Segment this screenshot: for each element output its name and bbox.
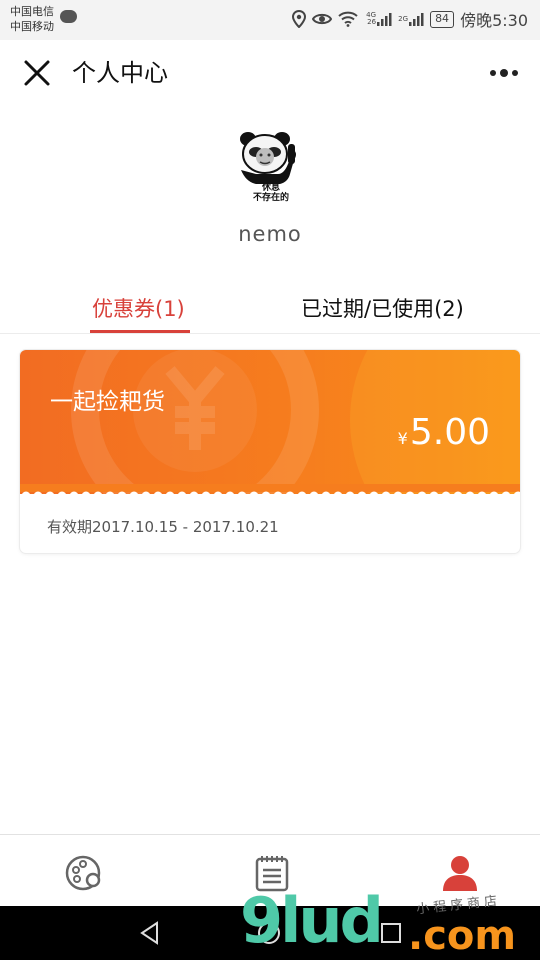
more-options-button[interactable] (486, 58, 522, 88)
more-dots-icon-right (512, 70, 518, 76)
system-back-button[interactable] (137, 920, 163, 946)
tab-expired-used[interactable]: 已过期/已使用(2) (301, 294, 464, 324)
scallop-dot (321, 491, 331, 498)
scallop-dot (285, 491, 295, 498)
scallop-dot (201, 491, 211, 498)
signal-4g-icon: 4G 26 (364, 11, 392, 27)
coupon-validity: 有效期2017.10.15 - 2017.10.21 (47, 518, 279, 536)
system-navigation-bar (0, 906, 540, 960)
signal-2g-icon: 2G (398, 11, 424, 27)
scallop-dot (189, 491, 199, 498)
currency-symbol: ¥ (397, 429, 408, 448)
system-home-button[interactable] (256, 920, 282, 946)
clock: 傍晚5:30 (460, 11, 528, 30)
scallop-dot (93, 491, 103, 498)
home-circle-icon (258, 922, 280, 944)
user-icon (443, 856, 477, 891)
coupon-card[interactable]: 一起捡耙货 ¥5.00 有效期2017.10.15 - 2017.10.21 (20, 350, 520, 553)
scallop-dot (477, 491, 487, 498)
scallop-dot (177, 491, 187, 498)
battery-indicator: 84 (430, 10, 455, 28)
scallop-dot (141, 491, 151, 498)
recent-square-icon (381, 923, 401, 943)
scallop-dot (429, 491, 439, 498)
location-icon (292, 10, 307, 28)
avatar-caption: 休息 不存在的 (252, 183, 289, 203)
scallop-dot (405, 491, 415, 498)
carrier-labels: 中国电信 中国移动 (10, 4, 54, 34)
page-header: 个人中心 (0, 40, 540, 106)
scallop-dot (213, 491, 223, 498)
more-dots-icon (490, 70, 496, 76)
scallop-dot (249, 491, 259, 498)
scallop-dot (21, 491, 31, 498)
scallop-band (20, 484, 520, 492)
panda-meme-icon (240, 132, 296, 184)
page-title: 个人中心 (72, 59, 168, 87)
back-triangle-icon (140, 921, 158, 945)
scallop-dot (297, 491, 307, 498)
scallop-dot (69, 491, 79, 498)
notepad-icon (255, 856, 289, 892)
nav-item-profile[interactable] (440, 853, 480, 893)
message-notification-icon (60, 10, 77, 23)
more-dots-icon-center (500, 69, 508, 77)
scallop-dot (465, 491, 475, 498)
coupon-scallop-edge (20, 484, 520, 498)
scallop-dot (81, 491, 91, 498)
wifi-icon (338, 11, 358, 27)
nav-item-home[interactable] (64, 853, 104, 893)
scallop-dot (33, 491, 43, 498)
coupon-name: 一起捡耙货 (50, 389, 165, 415)
nav-item-orders[interactable] (252, 853, 292, 893)
close-button[interactable] (20, 56, 54, 90)
scallop-dot (57, 491, 67, 498)
system-recent-apps-button[interactable] (378, 920, 404, 946)
scallop-dot (273, 491, 283, 498)
scallop-dot (129, 491, 139, 498)
scallop-dot (501, 491, 511, 498)
eye-icon (312, 12, 333, 26)
scallop-dot (153, 491, 163, 498)
bottom-navigation (0, 834, 540, 906)
scallop-dot (489, 491, 499, 498)
palette-icon (65, 855, 101, 891)
carrier-2: 中国移动 (10, 20, 54, 33)
scallop-dot (345, 491, 355, 498)
status-icons: 4G 26 2G 84 傍晚5:30 (292, 8, 528, 30)
status-bar: 中国电信 中国移动 4G 26 2G 84 傍晚5:30 (0, 0, 540, 40)
tab-coupons[interactable]: 优惠券(1) (92, 294, 185, 324)
scallop-dot (513, 491, 520, 498)
carrier-1: 中国电信 (10, 5, 54, 18)
scallop-dot (357, 491, 367, 498)
scallop-dot (369, 491, 379, 498)
active-tab-indicator (90, 330, 190, 333)
scallop-dot (165, 491, 175, 498)
close-icon (24, 60, 50, 86)
scallop-dot (105, 491, 115, 498)
scallop-dot (261, 491, 271, 498)
coupon-value: 5.00 (409, 412, 490, 453)
username: nemo (238, 222, 302, 246)
scallop-dot (381, 491, 391, 498)
scallop-dot (309, 491, 319, 498)
coupon-amount: ¥5.00 (398, 412, 490, 453)
scallop-dot (441, 491, 451, 498)
coupon-tabs: 优惠券(1) 已过期/已使用(2) (0, 286, 540, 334)
scallop-dot (117, 491, 127, 498)
scallop-dot (453, 491, 463, 498)
scallop-dot (45, 491, 55, 498)
scallop-dot (417, 491, 427, 498)
scallop-dot (333, 491, 343, 498)
scallop-dot (393, 491, 403, 498)
scallop-dot (237, 491, 247, 498)
scallop-dot (225, 491, 235, 498)
coupon-header: 一起捡耙货 ¥5.00 (20, 350, 520, 494)
